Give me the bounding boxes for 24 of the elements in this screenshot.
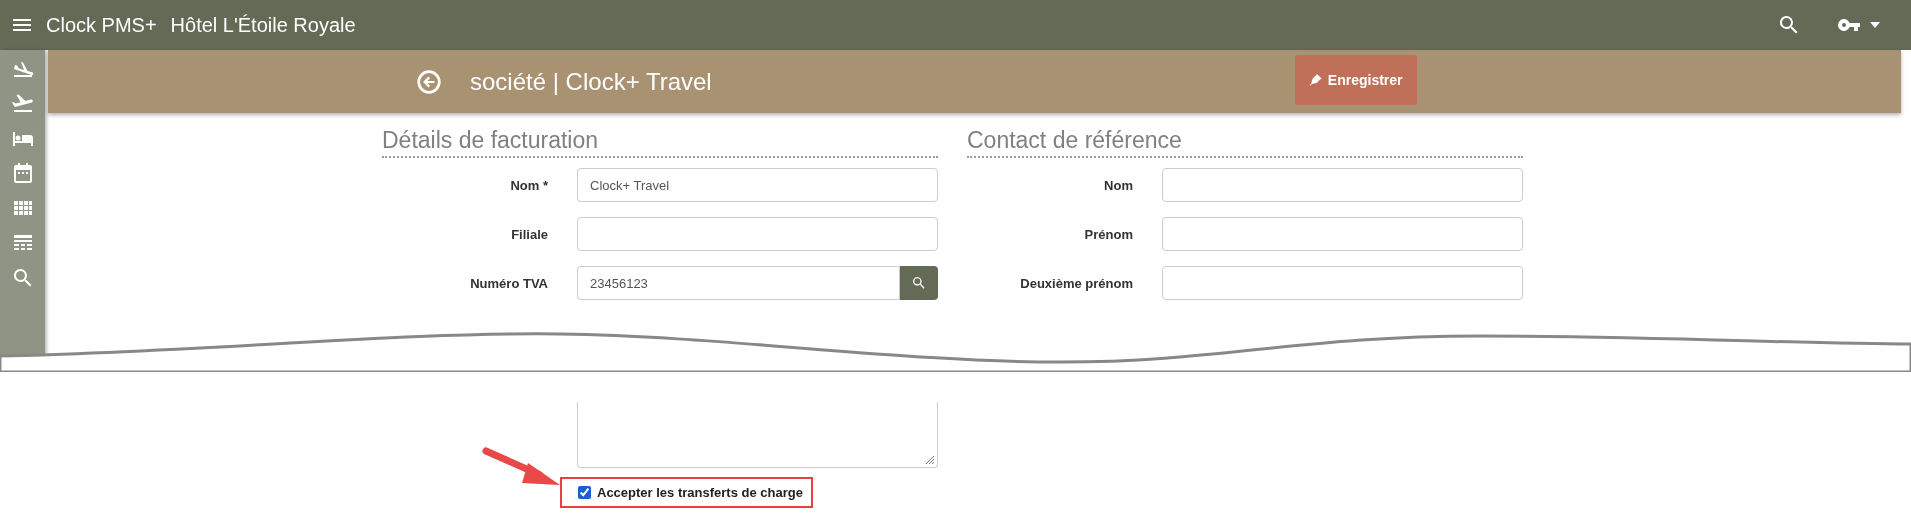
search-button[interactable] <box>900 266 938 300</box>
pen-icon <box>1308 73 1323 87</box>
field-label: Prénom <box>1083 226 1133 242</box>
checkbox-label: Accepter les transferts de charge <box>597 485 803 500</box>
field-label: Filiale <box>510 226 548 242</box>
field-label: Numéro TVA <box>469 275 548 291</box>
input-field[interactable]: 23456123 <box>577 266 900 300</box>
section-heading: Contact de référence <box>967 127 1523 158</box>
page-title: société | Clock+ Travel <box>470 67 712 96</box>
section-heading: Détails de facturation <box>382 127 938 158</box>
app-title: Clock PMS+ <box>46 13 157 37</box>
input-field[interactable] <box>1162 168 1523 202</box>
input-field[interactable] <box>1162 266 1523 300</box>
save-button[interactable]: Enregistrer <box>1294 55 1417 105</box>
hotel-name: Hôtel L'Étoile Royale <box>170 13 356 37</box>
field-label: Deuxième prénom <box>1019 275 1133 291</box>
field-label: Nom * <box>509 177 548 193</box>
resize-grip-icon[interactable] <box>925 455 935 465</box>
search-icon <box>911 275 927 291</box>
input-field[interactable] <box>1162 217 1523 251</box>
checkbox[interactable] <box>578 486 591 499</box>
input-field[interactable] <box>577 217 938 251</box>
field-label: Nom <box>1103 177 1133 193</box>
input-field[interactable]: Clock+ Travel <box>577 168 938 202</box>
